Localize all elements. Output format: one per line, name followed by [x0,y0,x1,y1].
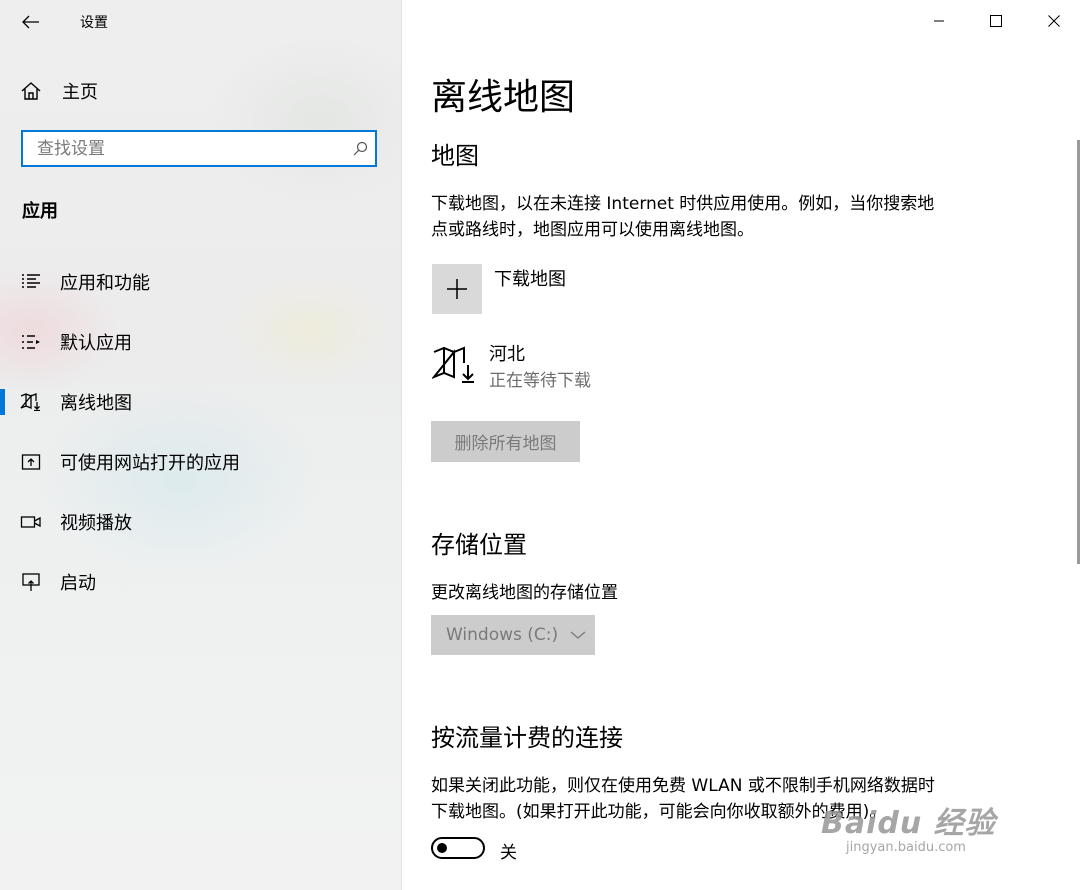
storage-location-value: Windows (C:) [446,625,559,645]
back-arrow-icon [22,15,39,29]
search-box[interactable] [21,130,377,167]
sidebar-item-startup[interactable]: 启动 [0,560,401,604]
open-with-website-icon [20,453,42,471]
sidebar: 设置 主页 应用 应用和功能 默认应用 [0,0,402,890]
home-icon [21,82,41,100]
search-icon[interactable] [345,141,375,157]
main-content: 离线地图 地图 下载地图，以在未连接 Internet 时供应用使用。例如，当你… [401,0,1084,890]
download-maps-button[interactable] [432,264,482,314]
map-item-name: 河北 [489,344,525,365]
search-input[interactable] [23,132,345,165]
watermark-brand: Baidu 经验 [821,806,996,841]
sidebar-item-offline-maps[interactable]: 离线地图 [0,380,401,424]
default-apps-icon [20,333,42,351]
metered-toggle-state: 关 [500,843,517,863]
app-title: 设置 [80,15,108,31]
maps-heading: 地图 [431,142,479,170]
sidebar-item-label: 启动 [60,573,96,594]
apps-list-icon [20,273,42,291]
sidebar-item-default-apps[interactable]: 默认应用 [0,320,401,364]
storage-location-dropdown[interactable]: Windows (C:) [431,615,595,655]
sidebar-item-video-playback[interactable]: 视频播放 [0,500,401,544]
chevron-down-icon [570,630,586,640]
map-item-status: 正在等待下载 [489,371,591,391]
scrollbar[interactable] [1077,140,1080,564]
sidebar-item-apps-features[interactable]: 应用和功能 [0,260,401,304]
maximize-button[interactable] [968,0,1024,42]
video-icon [20,514,42,530]
offline-map-icon [20,393,42,411]
sidebar-item-label: 可使用网站打开的应用 [60,453,240,474]
metered-description-line: 如果关闭此功能，则仅在使用免费 WLAN 或不限制手机网络数据时 [431,776,935,796]
metered-toggle[interactable] [431,837,485,859]
maps-description-line: 下载地图，以在未连接 Internet 时供应用使用。例如，当你搜索地 [431,194,935,214]
sidebar-item-apps-for-websites[interactable]: 可使用网站打开的应用 [0,440,401,484]
watermark-url: jingyan.baidu.com [846,840,966,855]
maps-description-line: 点或路线时，地图应用可以使用离线地图。 [431,220,754,240]
map-download-icon [430,346,478,388]
startup-icon [20,572,42,592]
sidebar-item-label: 离线地图 [60,393,132,414]
sidebar-item-label: 应用和功能 [60,273,150,294]
download-maps-label[interactable]: 下载地图 [494,265,566,291]
page-title: 离线地图 [431,77,576,118]
back-button[interactable] [14,8,48,36]
section-title: 应用 [22,201,58,222]
minimize-icon [934,20,944,22]
close-icon [1048,15,1060,27]
plus-icon [447,279,467,299]
maximize-icon [990,15,1002,27]
sidebar-item-home[interactable]: 主页 [20,78,98,104]
storage-heading: 存储位置 [431,531,527,559]
baidu-watermark: Baidu 经验 jingyan.baidu.com [821,798,996,855]
close-button[interactable] [1026,0,1082,42]
delete-all-maps-button[interactable]: 删除所有地图 [431,421,580,462]
maps-description: 下载地图，以在未连接 Internet 时供应用使用。例如，当你搜索地 点或路线… [431,191,1011,243]
storage-label: 更改离线地图的存储位置 [431,583,618,603]
sidebar-item-label: 视频播放 [60,513,132,534]
toggle-knob [437,843,447,853]
sidebar-item-label: 默认应用 [60,333,132,354]
home-label: 主页 [62,82,98,103]
metered-heading: 按流量计费的连接 [431,724,623,752]
minimize-button[interactable] [911,0,967,42]
